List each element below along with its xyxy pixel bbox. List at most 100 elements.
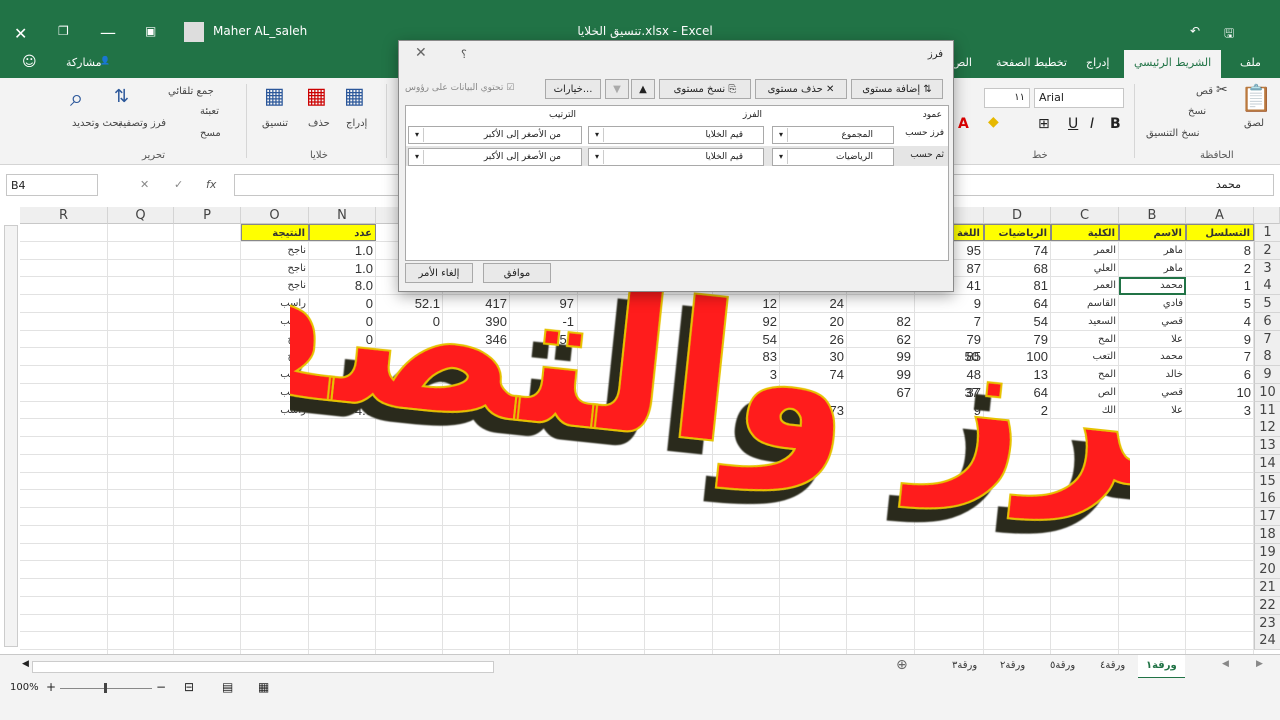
cell-value[interactable]: 67: [847, 384, 914, 401]
delete-cells-icon[interactable]: ▦: [306, 84, 327, 109]
cell-value[interactable]: 20: [780, 313, 847, 330]
user-name[interactable]: Maher AL_saleh: [213, 24, 307, 38]
cell-value[interactable]: 82: [847, 313, 914, 330]
row-header[interactable]: 3: [1254, 259, 1280, 278]
cell-value[interactable]: 3: [713, 366, 780, 383]
cell-serial[interactable]: 1: [1186, 277, 1254, 294]
header-cell-N[interactable]: عدد: [309, 224, 376, 241]
cell-count[interactable]: 1.0: [309, 242, 376, 259]
cell-college[interactable]: السعيد: [1051, 313, 1119, 330]
column-header-A[interactable]: A: [1186, 207, 1254, 224]
row-header[interactable]: 16: [1254, 490, 1280, 509]
cell-result[interactable]: راسب: [241, 295, 309, 312]
cell-value[interactable]: 99: [847, 366, 914, 383]
cell-name[interactable]: علا: [1119, 402, 1186, 419]
row-header[interactable]: 6: [1254, 312, 1280, 331]
tab-page-layout[interactable]: تخطيط الصفحة: [996, 56, 1067, 69]
copy-button[interactable]: نسخ: [1188, 106, 1206, 117]
help-button[interactable]: ؟: [461, 48, 467, 61]
row-header[interactable]: 14: [1254, 454, 1280, 473]
cell-serial[interactable]: 2: [1186, 260, 1254, 277]
move-down-button[interactable]: ▼: [605, 79, 629, 99]
cell-serial[interactable]: 5: [1186, 295, 1254, 312]
fill-color-icon[interactable]: ◆: [988, 114, 999, 130]
cell-math[interactable]: 13: [984, 366, 1051, 383]
cell-college[interactable]: القاسم: [1051, 295, 1119, 312]
restore-icon[interactable]: ❐: [58, 24, 69, 38]
row-header[interactable]: 20: [1254, 561, 1280, 580]
cell-count[interactable]: 0: [309, 348, 376, 365]
cell-value[interactable]: 417: [443, 295, 510, 312]
row-header[interactable]: 21: [1254, 579, 1280, 597]
clear-button[interactable]: مسح: [200, 128, 221, 139]
autosum-button[interactable]: جمع تلقائي: [168, 86, 214, 97]
save-icon[interactable]: 🖫: [1224, 24, 1234, 45]
cancel-button[interactable]: إلغاء الأمر: [405, 263, 473, 283]
copy-level-button[interactable]: نسخ مستوى ⎘: [659, 79, 751, 99]
row-header[interactable]: 4: [1254, 277, 1280, 296]
cell-count[interactable]: 0: [309, 331, 376, 348]
underline-icon[interactable]: U: [1068, 116, 1078, 132]
level1-sort-on-select[interactable]: ▾ قيم الخلايا: [588, 126, 764, 144]
cell-value[interactable]: 30: [780, 348, 847, 365]
cell-name[interactable]: ماهر: [1119, 260, 1186, 277]
cell-serial[interactable]: 7: [1186, 348, 1254, 365]
search-icon[interactable]: ⌕: [70, 84, 83, 112]
sort-filter-label[interactable]: فرز وتصفية: [118, 118, 166, 129]
bold-icon[interactable]: B: [1110, 116, 1121, 132]
insert-cells-icon[interactable]: ▦: [344, 84, 365, 109]
ok-button[interactable]: موافق: [483, 263, 551, 283]
cell-language[interactable]: 7: [945, 313, 984, 330]
horizontal-scrollbar[interactable]: [32, 661, 494, 673]
cell-value[interactable]: 204: [443, 402, 510, 419]
row-header[interactable]: 2: [1254, 241, 1280, 260]
level1-column-select[interactable]: ▾ المجموع: [772, 126, 894, 144]
column-header-B[interactable]: B: [1119, 207, 1186, 224]
options-button[interactable]: خيارات...: [545, 79, 601, 99]
row-header[interactable]: 13: [1254, 437, 1280, 455]
paste-button[interactable]: لصق: [1244, 118, 1264, 129]
cell-math[interactable]: 81: [984, 277, 1051, 294]
row-header[interactable]: 10: [1254, 383, 1280, 402]
row-header[interactable]: 5: [1254, 295, 1280, 313]
cell-serial[interactable]: 4: [1186, 313, 1254, 330]
zoom-level[interactable]: 100%: [10, 682, 39, 693]
cell-result[interactable]: ناجح: [241, 331, 309, 348]
cell-serial[interactable]: 3: [1186, 402, 1254, 419]
cell-result[interactable]: ناجح: [241, 260, 309, 277]
column-header-P[interactable]: P: [174, 207, 241, 224]
ribbon-display-icon[interactable]: ▣: [145, 24, 156, 38]
add-level-button[interactable]: إضافة مستوى ⇅: [851, 79, 943, 99]
cell-count[interactable]: 8.0: [309, 277, 376, 294]
cell-college[interactable]: العمر: [1051, 277, 1119, 294]
cell-value[interactable]: 34: [645, 295, 712, 312]
active-cell[interactable]: [1119, 277, 1186, 296]
normal-view-icon[interactable]: ▦: [258, 680, 269, 694]
cut-button[interactable]: قص: [1196, 86, 1213, 97]
add-sheet-icon[interactable]: ⊕: [896, 657, 908, 673]
cell-result[interactable]: راسب: [241, 366, 309, 383]
cell-result[interactable]: راسب: [241, 384, 309, 401]
cancel-icon[interactable]: ✕: [140, 178, 149, 191]
cell-value[interactable]: 73: [780, 402, 847, 419]
cell-college[interactable]: المح: [1051, 331, 1119, 348]
close-icon[interactable]: ✕: [415, 45, 427, 61]
cell-count[interactable]: 1.0: [309, 260, 376, 277]
font-name-box[interactable]: Arial: [1034, 88, 1124, 108]
cell-name[interactable]: قصي: [1119, 384, 1186, 401]
next-sheet-icon[interactable]: ▶: [1256, 659, 1263, 669]
cell-result[interactable]: ناجح: [241, 277, 309, 294]
cell-result[interactable]: ناجح: [241, 242, 309, 259]
row-header[interactable]: 23: [1254, 614, 1280, 633]
cell-college[interactable]: التعب: [1051, 348, 1119, 365]
header-cell-C[interactable]: الكلية: [1051, 224, 1119, 241]
row-header[interactable]: 17: [1254, 508, 1280, 526]
row-header[interactable]: 1: [1254, 224, 1280, 242]
delete-level-button[interactable]: حذف مستوى ✕: [755, 79, 847, 99]
cell-serial[interactable]: 10: [1186, 384, 1254, 401]
cell-value[interactable]: 2: [645, 313, 712, 330]
row-header[interactable]: 22: [1254, 596, 1280, 615]
cell-math[interactable]: 68: [984, 260, 1051, 277]
cell-value[interactable]: 59: [510, 331, 577, 348]
cell-value[interactable]: 8: [578, 295, 645, 312]
